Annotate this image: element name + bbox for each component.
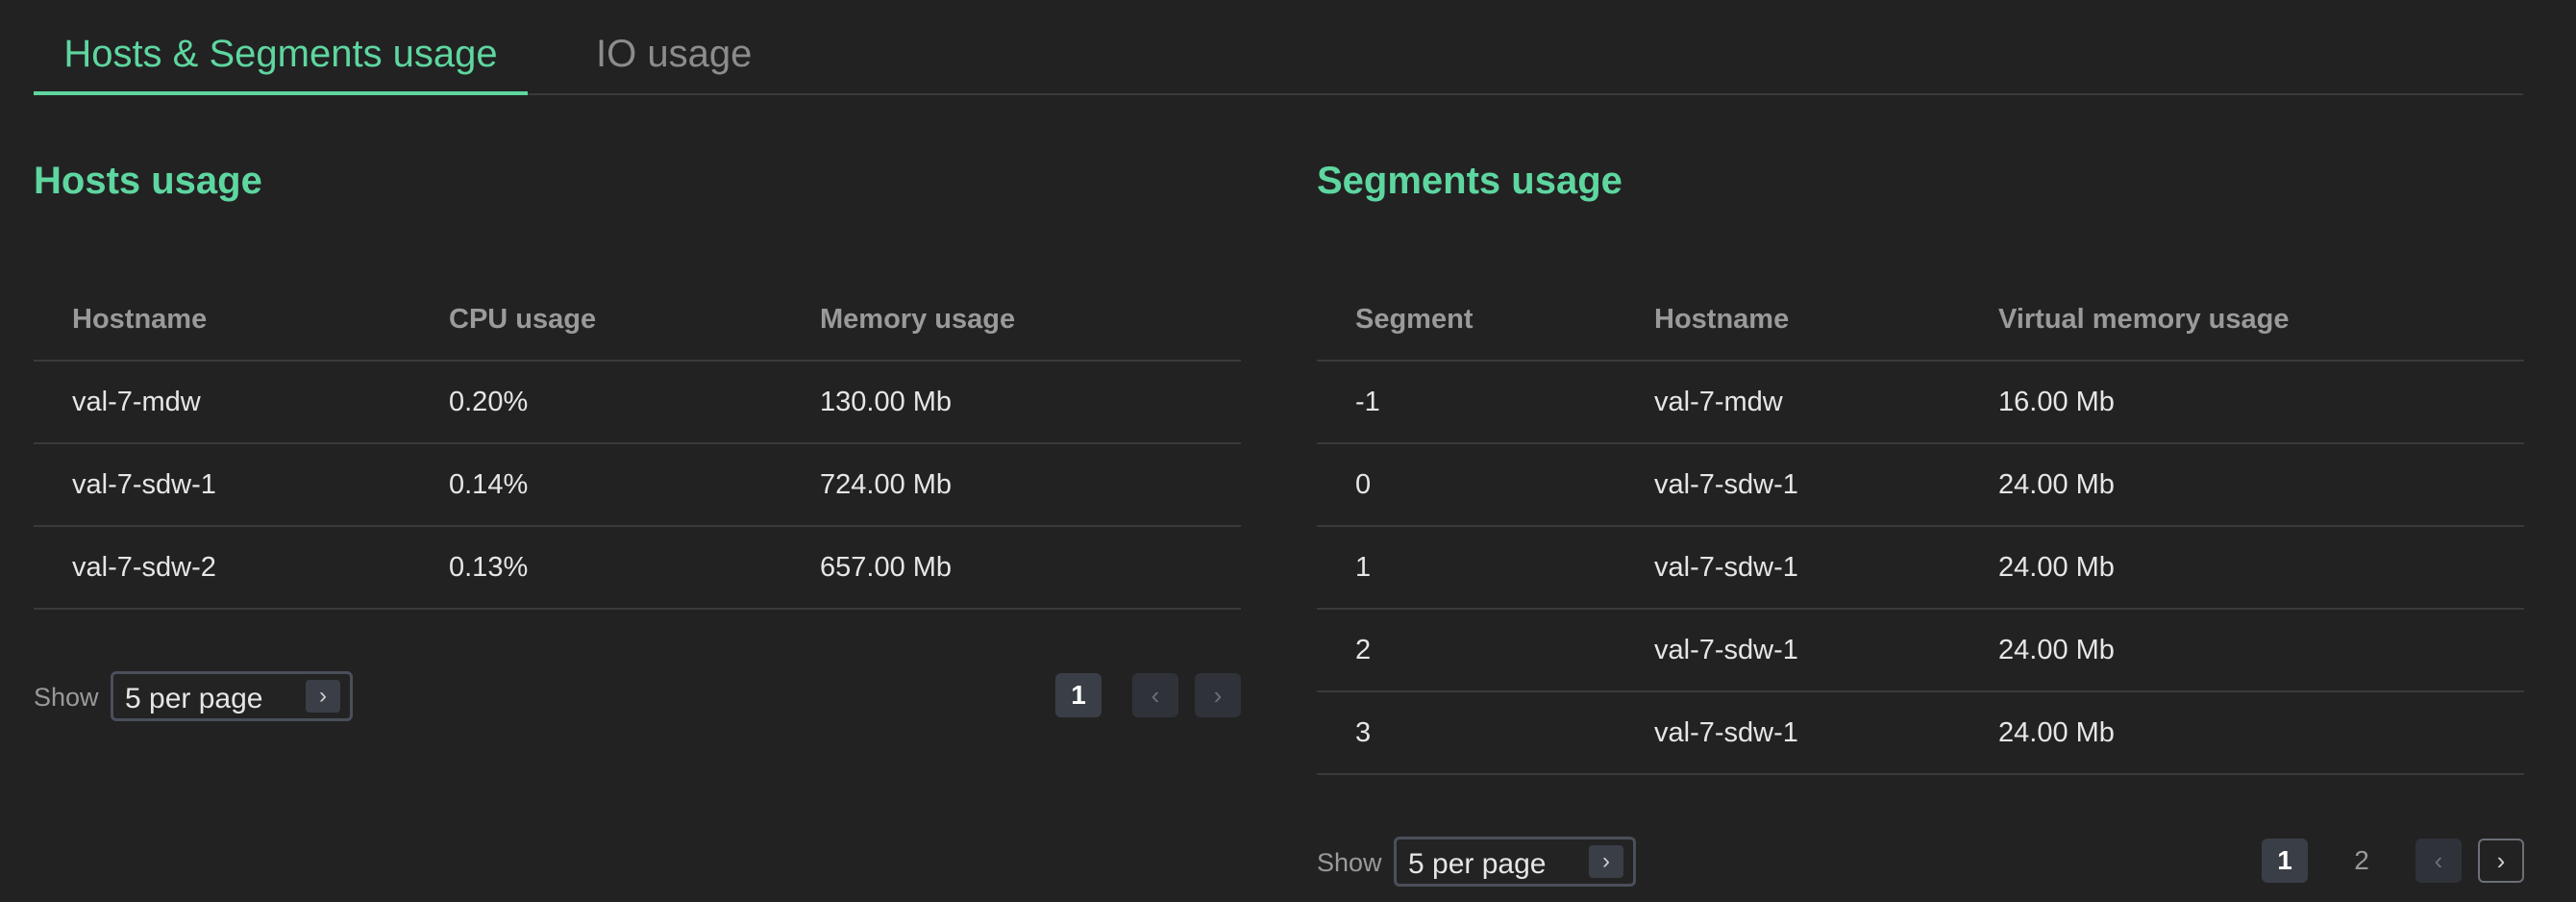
column-header-memory-usage[interactable]: Memory usage — [781, 279, 1241, 362]
chevron-right-icon: › — [2496, 846, 2506, 875]
hosts-pagination: Show 5 per page › 1 ‹ › — [34, 671, 1241, 725]
show-label: Show — [34, 683, 99, 712]
table-header-row: Hostname CPU usage Memory usage — [34, 279, 1241, 362]
tab-hosts-segments-usage[interactable]: Hosts & Segments usage — [34, 27, 528, 95]
hostname-cell: val-7-mdw — [34, 361, 410, 444]
cpu-usage-cell: 0.20% — [410, 361, 781, 444]
segments-pagination: Show 5 per page › 1 2 ‹ › — [1317, 837, 2524, 890]
column-header-virtual-memory-usage[interactable]: Virtual memory usage — [1960, 279, 2524, 362]
next-page-button[interactable]: › — [1195, 673, 1241, 717]
memory-usage-cell: 130.00 Mb — [781, 361, 1241, 444]
segment-cell: 2 — [1317, 609, 1616, 692]
segment-cell: -1 — [1317, 361, 1616, 444]
chevron-left-icon: ‹ — [1151, 681, 1160, 710]
table-row: 1 val-7-sdw-1 24.00 Mb — [1317, 526, 2524, 610]
hostname-cell: val-7-sdw-1 — [1616, 443, 1960, 527]
prev-page-button[interactable]: ‹ — [2415, 839, 2462, 883]
virtual-memory-usage-cell: 24.00 Mb — [1960, 526, 2524, 610]
chevron-right-icon[interactable]: › — [306, 680, 340, 713]
next-page-button[interactable]: › — [2478, 839, 2524, 883]
table-row: val-7-sdw-1 0.14% 724.00 Mb — [34, 443, 1241, 527]
table-row: val-7-sdw-2 0.13% 657.00 Mb — [34, 526, 1241, 610]
table-row: 3 val-7-sdw-1 24.00 Mb — [1317, 691, 2524, 775]
page-button-1[interactable]: 1 — [2262, 839, 2308, 883]
tab-io-usage[interactable]: IO usage — [596, 27, 752, 81]
segment-cell: 1 — [1317, 526, 1616, 610]
per-page-select[interactable]: 5 per page › — [111, 671, 353, 721]
column-header-hostname[interactable]: Hostname — [1616, 279, 1960, 362]
tab-bar: Hosts & Segments usage IO usage — [34, 0, 2523, 95]
segments-usage-panel: Segments usage Segment Hostname Virtual … — [1317, 154, 2524, 887]
chevron-right-icon[interactable]: › — [1589, 845, 1623, 878]
table-row: 2 val-7-sdw-1 24.00 Mb — [1317, 609, 2524, 692]
virtual-memory-usage-cell: 24.00 Mb — [1960, 443, 2524, 527]
table-header-row: Segment Hostname Virtual memory usage — [1317, 279, 2524, 362]
hostname-cell: val-7-sdw-1 — [1616, 691, 1960, 775]
hostname-cell: val-7-sdw-2 — [34, 526, 410, 610]
per-page-value: 5 per page — [1408, 848, 1547, 880]
hostname-cell: val-7-sdw-1 — [34, 443, 410, 527]
per-page-select[interactable]: 5 per page › — [1394, 837, 1636, 887]
column-header-segment[interactable]: Segment — [1317, 279, 1616, 362]
virtual-memory-usage-cell: 24.00 Mb — [1960, 609, 2524, 692]
column-header-cpu-usage[interactable]: CPU usage — [410, 279, 781, 362]
cpu-usage-cell: 0.13% — [410, 526, 781, 610]
memory-usage-cell: 724.00 Mb — [781, 443, 1241, 527]
hosts-usage-panel: Hosts usage Hostname CPU usage Memory us… — [34, 154, 1241, 721]
segments-usage-title: Segments usage — [1317, 160, 1622, 202]
hostname-cell: val-7-mdw — [1616, 361, 1960, 444]
page-button-2[interactable]: 2 — [2339, 839, 2385, 883]
column-header-hostname[interactable]: Hostname — [34, 279, 410, 362]
chevron-left-icon: ‹ — [2434, 846, 2443, 875]
table-row: val-7-mdw 0.20% 130.00 Mb — [34, 361, 1241, 444]
page-button-1[interactable]: 1 — [1055, 673, 1102, 717]
segment-cell: 3 — [1317, 691, 1616, 775]
prev-page-button[interactable]: ‹ — [1132, 673, 1178, 717]
table-row: -1 val-7-mdw 16.00 Mb — [1317, 361, 2524, 444]
cpu-usage-cell: 0.14% — [410, 443, 781, 527]
virtual-memory-usage-cell: 16.00 Mb — [1960, 361, 2524, 444]
table-row: 0 val-7-sdw-1 24.00 Mb — [1317, 443, 2524, 527]
hosts-usage-table: Hostname CPU usage Memory usage val-7-md… — [34, 279, 1241, 610]
hostname-cell: val-7-sdw-1 — [1616, 526, 1960, 610]
per-page-value: 5 per page — [125, 683, 263, 714]
segments-usage-table: Segment Hostname Virtual memory usage -1… — [1317, 279, 2524, 775]
hostname-cell: val-7-sdw-1 — [1616, 609, 1960, 692]
virtual-memory-usage-cell: 24.00 Mb — [1960, 691, 2524, 775]
memory-usage-cell: 657.00 Mb — [781, 526, 1241, 610]
chevron-right-icon: › — [1213, 681, 1223, 710]
hosts-usage-title: Hosts usage — [34, 160, 262, 202]
show-label: Show — [1317, 848, 1382, 877]
page: Hosts & Segments usage IO usage Hosts us… — [0, 0, 2576, 902]
segment-cell: 0 — [1317, 443, 1616, 527]
